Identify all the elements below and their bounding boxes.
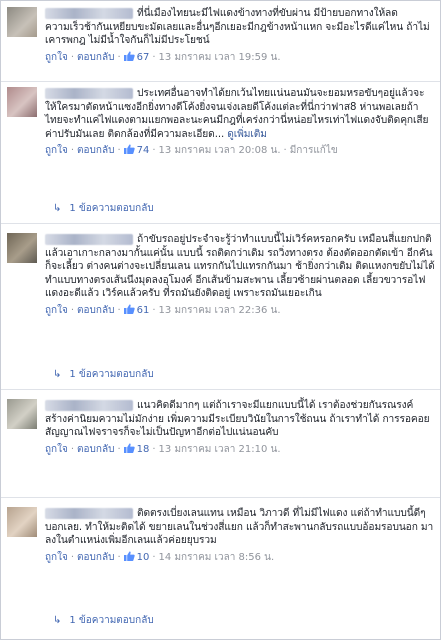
replies-count-label[interactable]: 1 ข้อความตอบกลับ — [69, 615, 153, 626]
avatar[interactable] — [7, 233, 37, 263]
view-replies-link[interactable]: ↳ 1 ข้อความตอบกลับ — [53, 367, 154, 382]
like-count[interactable]: 67 — [137, 52, 150, 63]
like-link[interactable]: ถูกใจ — [45, 552, 68, 563]
timestamp[interactable]: 13 มกราคม เวลา 19:59 น. — [159, 52, 281, 63]
thumbs-up-icon[interactable] — [123, 443, 135, 453]
author-name-blurred[interactable] — [45, 507, 133, 519]
comment-thread: ที่นี่เมืองไทยนะมีไฟแดงข้างทางที่ขับผ่าน… — [0, 0, 441, 640]
divider — [1, 81, 440, 82]
like-link[interactable]: ถูกใจ — [45, 52, 68, 63]
avatar[interactable] — [7, 87, 37, 117]
timestamp[interactable]: 13 มกราคม เวลา 21:10 น. — [159, 444, 281, 455]
thumbs-up-icon[interactable] — [123, 144, 135, 155]
avatar[interactable] — [7, 7, 37, 37]
comment-meta: ถูกใจ · ตอบกลับ · 18 · 13 มกราคม เวลา 21:10 น. — [45, 443, 281, 455]
comment-meta: ถูกใจ · ตอบกลับ · 61 · 13 มกราคม เวลา 22:36 น. — [45, 304, 281, 316]
like-link[interactable]: ถูกใจ — [45, 305, 68, 316]
comment-meta: ถูกใจ · ตอบกลับ · 67 · 13 มกราคม เวลา 19:59 น. — [45, 51, 281, 63]
avatar[interactable] — [7, 507, 37, 537]
comment-meta: ถูกใจ · ตอบกลับ · 10 · 14 มกราคม เวลา 8:56 น. — [45, 551, 275, 563]
replies-count-label[interactable]: 1 ข้อความตอบกลับ — [69, 369, 153, 380]
avatar[interactable] — [7, 399, 37, 429]
edited-label[interactable]: มีการแก้ไข — [290, 145, 338, 156]
author-name-blurred[interactable] — [45, 399, 133, 411]
reply-link[interactable]: ตอบกลับ — [77, 552, 114, 563]
like-count[interactable]: 61 — [137, 305, 150, 316]
see-more-link[interactable]: ดูเพิ่มเติม — [227, 129, 267, 140]
like-link[interactable]: ถูกใจ — [45, 444, 68, 455]
like-count[interactable]: 10 — [137, 552, 150, 563]
like-count[interactable]: 18 — [137, 444, 150, 455]
divider — [1, 389, 440, 390]
author-name-blurred[interactable] — [45, 87, 133, 99]
reply-link[interactable]: ตอบกลับ — [77, 52, 114, 63]
comment-text: ที่นี่เมืองไทยนะมีไฟแดงข้างทางที่ขับผ่าน… — [45, 7, 430, 47]
thumbs-up-icon[interactable] — [123, 551, 135, 561]
author-name-blurred[interactable] — [45, 233, 133, 245]
reply-link[interactable]: ตอบกลับ — [77, 444, 114, 455]
reply-arrow-icon: ↳ — [53, 369, 62, 380]
thumbs-up-icon[interactable] — [123, 51, 135, 61]
comment-text: ติดตรงเบี่ยงเลนแทน เหมือน วิภาวดี ที่ไม่… — [45, 507, 434, 547]
reply-link[interactable]: ตอบกลับ — [77, 145, 114, 156]
reply-arrow-icon: ↳ — [53, 615, 62, 626]
comment-text: ถ้าขับรถอยู่ประจำจะรู้ว่าทำแบบนี้ไม่เวิร… — [45, 233, 435, 300]
comment-text: ประเทศอื่นอาจทำได้ยกเว้นไทยแน่นอนมันจะยอ… — [45, 87, 429, 140]
comment-meta: ถูกใจ · ตอบกลับ · 74 · 13 มกราคม เวลา 20:08 น.… — [45, 144, 338, 157]
divider — [1, 497, 440, 498]
view-replies-link[interactable]: ↳ 1 ข้อความตอบกลับ — [53, 201, 154, 216]
reply-link[interactable]: ตอบกลับ — [77, 305, 114, 316]
replies-count-label[interactable]: 1 ข้อความตอบกลับ — [69, 203, 153, 214]
like-count[interactable]: 74 — [137, 145, 150, 156]
timestamp[interactable]: 13 มกราคม เวลา 20:08 น. — [159, 145, 281, 156]
author-name-blurred[interactable] — [45, 7, 133, 19]
like-link[interactable]: ถูกใจ — [45, 145, 68, 156]
divider — [1, 223, 440, 224]
timestamp[interactable]: 14 มกราคม เวลา 8:56 น. — [159, 552, 275, 563]
thumbs-up-icon[interactable] — [123, 304, 135, 314]
view-replies-link[interactable]: ↳ 1 ข้อความตอบกลับ — [53, 613, 154, 628]
comment-text: แนวคิดดีมากๆ แต่ถ้าเราจะมีแยกแบบนี้ได้ เ… — [45, 399, 430, 439]
timestamp[interactable]: 13 มกราคม เวลา 22:36 น. — [159, 305, 281, 316]
reply-arrow-icon: ↳ — [53, 203, 62, 214]
